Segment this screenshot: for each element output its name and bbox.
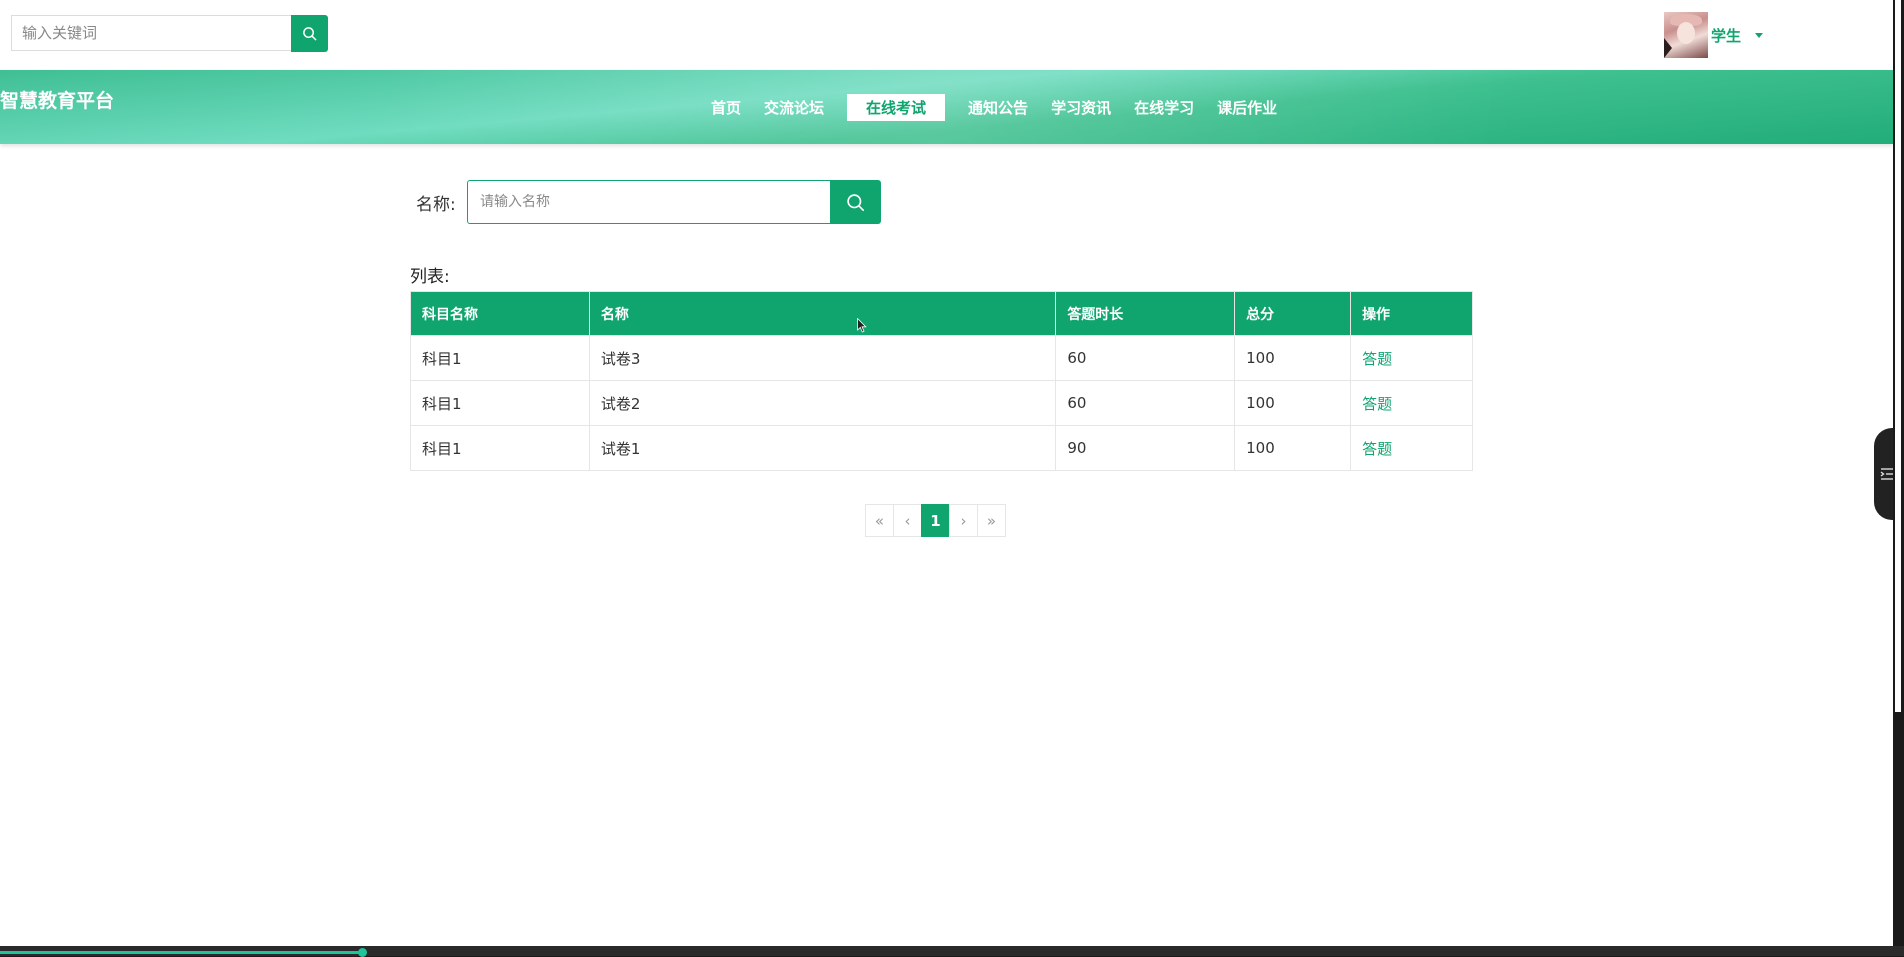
name-search-button[interactable] — [830, 180, 881, 224]
answer-link[interactable]: 答题 — [1362, 440, 1392, 458]
list-label: 列表: — [410, 267, 450, 287]
table-row: 科目1 试卷3 60 100 答题 — [410, 335, 1473, 381]
cell-duration: 60 — [1055, 380, 1236, 426]
bottom-progress-bar[interactable] — [0, 946, 1904, 957]
scrollbar-thumb[interactable] — [1895, 0, 1901, 712]
column-header-score[interactable]: 总分 — [1234, 291, 1352, 336]
table-row: 科目1 试卷1 90 100 答题 — [410, 425, 1473, 471]
cell-duration: 60 — [1055, 335, 1236, 381]
answer-link[interactable]: 答题 — [1362, 350, 1392, 368]
progress-fill — [0, 951, 362, 954]
cell-name: 试卷2 — [588, 380, 1057, 426]
cell-subject: 科目1 — [410, 425, 590, 471]
exam-list-table: 科目名称 名称 答题时长 总分 操作 科目1 试卷3 60 100 答题 科目1… — [410, 291, 1473, 471]
keyword-search-input[interactable] — [11, 15, 291, 51]
side-menu-tab[interactable] — [1874, 428, 1893, 520]
pagination-prev-button[interactable]: ‹ — [893, 504, 922, 537]
search-icon — [303, 27, 317, 41]
nav-item-forum[interactable]: 交流论坛 — [764, 97, 824, 118]
pagination-next-button[interactable]: › — [949, 504, 978, 537]
pagination-first-button[interactable]: « — [865, 504, 894, 537]
cell-score: 100 — [1234, 380, 1352, 426]
cell-action: 答题 — [1350, 380, 1473, 426]
main-nav: 首页 交流论坛 在线考试 通知公告 学习资讯 在线学习 课后作业 — [711, 93, 1300, 121]
cell-action: 答题 — [1350, 335, 1473, 381]
column-header-action: 操作 — [1350, 291, 1473, 336]
cell-name: 试卷1 — [588, 425, 1057, 471]
list-menu-icon — [1880, 468, 1893, 480]
cell-duration: 90 — [1055, 425, 1236, 471]
search-icon — [847, 193, 865, 211]
cell-score: 100 — [1234, 425, 1352, 471]
keyword-search-button[interactable] — [291, 15, 328, 52]
table-header-row: 科目名称 名称 答题时长 总分 操作 — [410, 291, 1473, 336]
cell-subject: 科目1 — [410, 380, 590, 426]
mouse-cursor-icon — [857, 318, 867, 333]
user-menu[interactable]: 学生 — [1664, 12, 1764, 58]
cell-action: 答题 — [1350, 425, 1473, 471]
caret-down-icon — [1755, 32, 1764, 38]
site-title: 智慧教育平台 — [0, 90, 115, 112]
nav-item-homework[interactable]: 课后作业 — [1217, 97, 1277, 118]
nav-item-online-exam[interactable]: 在线考试 — [847, 93, 946, 121]
nav-item-home[interactable]: 首页 — [711, 97, 741, 118]
name-search-label: 名称: — [416, 195, 456, 215]
column-header-duration[interactable]: 答题时长 — [1055, 291, 1236, 336]
pagination: « ‹ 1 › » — [865, 504, 1006, 537]
column-header-name[interactable]: 名称 — [588, 291, 1057, 336]
cell-score: 100 — [1234, 335, 1352, 381]
answer-link[interactable]: 答题 — [1362, 395, 1392, 413]
name-search-input[interactable] — [467, 180, 831, 224]
nav-item-notices[interactable]: 通知公告 — [968, 97, 1028, 118]
nav-item-online-learning[interactable]: 在线学习 — [1134, 97, 1194, 118]
nav-item-study-news[interactable]: 学习资讯 — [1051, 97, 1111, 118]
user-name: 学生 — [1711, 26, 1742, 45]
pagination-last-button[interactable]: » — [977, 504, 1006, 537]
pagination-page-current[interactable]: 1 — [921, 504, 950, 537]
cell-subject: 科目1 — [410, 335, 590, 381]
column-header-subject[interactable]: 科目名称 — [410, 291, 590, 336]
top-bar: 学生 — [0, 0, 1893, 70]
cell-name: 试卷3 — [588, 335, 1057, 381]
header-banner: 智慧教育平台 首页 交流论坛 在线考试 通知公告 学习资讯 在线学习 课后作业 — [0, 70, 1893, 144]
page: 学生 智慧教育平台 首页 交流论坛 在线考试 通知公告 学习资讯 在线学习 课后… — [0, 0, 1893, 946]
avatar — [1664, 12, 1708, 58]
vertical-scrollbar[interactable] — [1893, 0, 1904, 946]
table-row: 科目1 试卷2 60 100 答题 — [410, 380, 1473, 426]
